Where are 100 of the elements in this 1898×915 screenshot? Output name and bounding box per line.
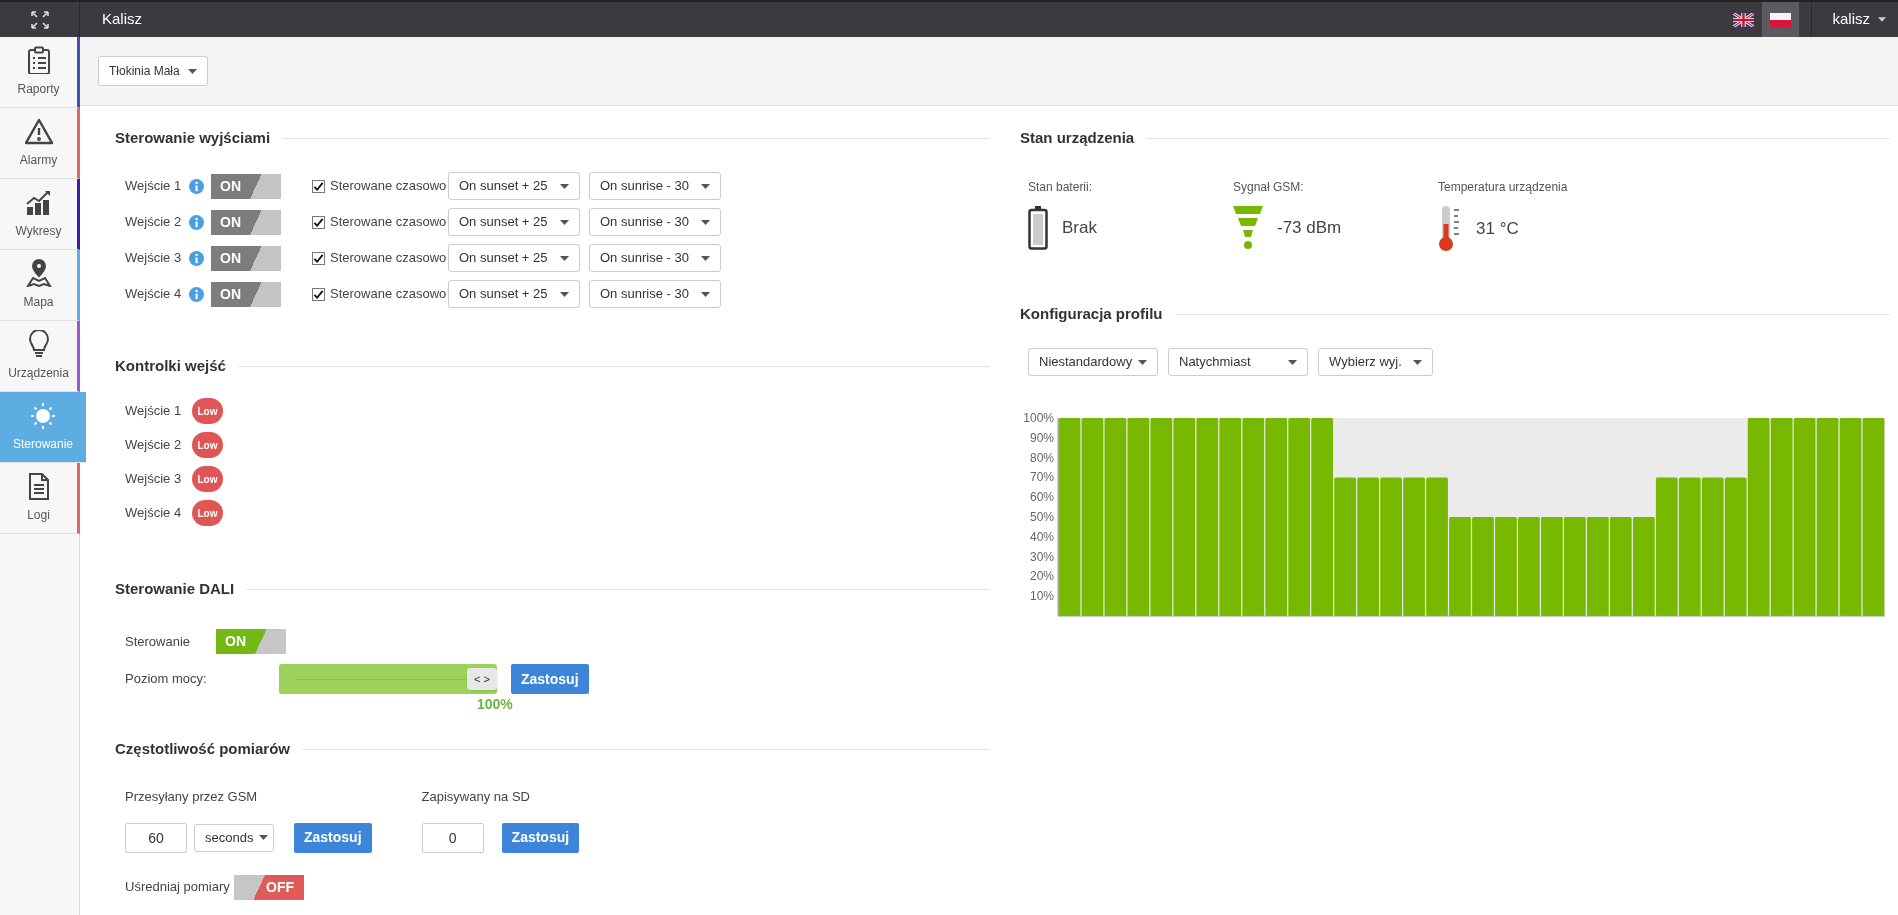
profile-dropdown[interactable]: Niestandardowy xyxy=(1028,348,1158,376)
expand-icon xyxy=(30,10,49,29)
axis-tick-label: 50% xyxy=(1029,510,1054,524)
location-dropdown[interactable]: Tłokinia Mała xyxy=(98,56,208,86)
apply-button[interactable]: Zastosuj xyxy=(294,822,372,853)
apply-button[interactable]: Zastosuj xyxy=(501,822,580,853)
toggle-switch[interactable]: ON xyxy=(211,281,281,307)
apply-button[interactable]: Zastosuj xyxy=(511,664,589,694)
axis-tick-label: 70% xyxy=(1029,470,1054,485)
checkbox[interactable] xyxy=(312,251,325,265)
axis-tick-label: 60% xyxy=(1029,490,1054,505)
slider-value: 100% xyxy=(476,695,513,714)
caret-icon xyxy=(701,183,710,189)
caret-icon xyxy=(701,291,710,297)
section-heading: Sterowanie wyjściami xyxy=(115,127,271,148)
caret-icon xyxy=(560,291,569,297)
thermometer-icon xyxy=(1438,206,1462,252)
checkbox-label: Sterowane czasowo xyxy=(330,213,448,232)
checkmark-icon xyxy=(313,180,324,192)
field-label: Przesyłany przez GSM xyxy=(125,788,259,806)
checkbox[interactable] xyxy=(312,215,325,229)
field-label: Sterowanie xyxy=(125,632,192,651)
status-label: Sygnał GSM: xyxy=(1233,179,1305,196)
sidebar-item[interactable]: Alarmy xyxy=(0,108,80,179)
start-dropdown[interactable]: On sunset + 25 xyxy=(448,244,580,272)
info-icon xyxy=(189,178,204,194)
checkbox-label: Sterowane czasowo xyxy=(330,285,448,304)
status-label: Stan baterii: xyxy=(1028,179,1094,196)
sidebar-item[interactable]: Logi xyxy=(0,463,80,534)
section-heading: Konfiguracja profilu xyxy=(1020,303,1163,324)
axis-tick-label: 40% xyxy=(1029,529,1054,544)
input-label: Wejście 1 xyxy=(125,402,183,421)
axis-tick-label: 30% xyxy=(1029,549,1054,564)
axis-tick-label: 10% xyxy=(1029,589,1054,604)
toggle-switch[interactable]: ON xyxy=(211,173,281,199)
status-badge: Low xyxy=(192,398,223,424)
end-dropdown[interactable]: On sunrise - 30 xyxy=(589,244,721,272)
checkbox[interactable] xyxy=(312,179,325,193)
language-button[interactable] xyxy=(1762,2,1800,37)
battery-icon xyxy=(1028,206,1048,250)
axis-tick-label: 100% xyxy=(1023,411,1054,425)
slider-handle[interactable]: < > xyxy=(467,668,497,690)
checkbox-label: Sterowane czasowo xyxy=(330,177,448,196)
status-value: Brak xyxy=(1062,217,1097,240)
input-label: Wejście 2 xyxy=(125,213,183,232)
axis-tick-label: 90% xyxy=(1029,430,1054,445)
number-field[interactable]: 0 xyxy=(421,822,484,853)
caret-icon xyxy=(560,183,569,189)
start-dropdown[interactable]: On sunset + 25 xyxy=(448,208,580,236)
caret-icon xyxy=(1878,17,1886,22)
input-label: Wejście 1 xyxy=(125,177,183,196)
profile-dropdown[interactable]: Natychmiast xyxy=(1168,348,1308,376)
end-dropdown[interactable]: On sunrise - 30 xyxy=(589,172,721,200)
start-dropdown[interactable]: On sunset + 25 xyxy=(448,280,580,308)
end-dropdown[interactable]: On sunrise - 30 xyxy=(589,280,721,308)
app-title: Kalisz xyxy=(102,9,142,30)
field-label: Poziom mocy: xyxy=(125,670,208,689)
start-dropdown[interactable]: On sunset + 25 xyxy=(448,172,580,200)
field-label: Zapisywany na SD xyxy=(421,788,531,806)
checkmark-icon xyxy=(313,252,324,264)
toggle-switch[interactable]: OFF xyxy=(234,874,304,900)
toggle-switch[interactable]: ON xyxy=(211,245,281,271)
field-label: Uśredniaj pomiary xyxy=(125,878,231,897)
caret-icon xyxy=(560,219,569,225)
status-badge: Low xyxy=(192,432,223,458)
caret-icon xyxy=(1288,359,1297,365)
input-label: Wejście 3 xyxy=(125,249,183,268)
input-label: Wejście 4 xyxy=(125,504,183,523)
axis-tick-label: 20% xyxy=(1029,569,1054,584)
info-icon xyxy=(189,214,204,230)
input-label: Wejście 4 xyxy=(125,285,183,304)
unit-dropdown[interactable]: seconds xyxy=(194,823,274,852)
caret-icon xyxy=(187,68,197,74)
flag-icon xyxy=(1770,12,1792,27)
flag-icon xyxy=(1733,12,1755,27)
status-value: 31 °C xyxy=(1476,218,1519,241)
status-badge: Low xyxy=(192,500,223,526)
caret-icon xyxy=(560,255,569,261)
section-heading: Stan urządzenia xyxy=(1020,127,1135,148)
input-label: Wejście 3 xyxy=(125,470,183,489)
map-pin-icon xyxy=(24,259,53,287)
status-badge: Low xyxy=(192,466,223,492)
checkbox[interactable] xyxy=(312,287,325,301)
status-value: -73 dBm xyxy=(1277,217,1342,240)
sidebar-item[interactable]: Wykresy xyxy=(0,179,80,250)
sidebar-item[interactable]: Mapa xyxy=(0,250,80,321)
info-icon xyxy=(189,286,204,302)
number-field[interactable]: 60 xyxy=(125,822,187,853)
section-heading: Częstotliwość pomiarów xyxy=(115,738,291,759)
bar-chart-icon xyxy=(24,188,53,216)
checkmark-icon xyxy=(313,288,324,300)
profile-dropdown[interactable]: Wybierz wyj. xyxy=(1318,348,1433,376)
toggle-switch[interactable]: ON xyxy=(211,209,281,235)
caret-icon xyxy=(1138,359,1148,365)
slider-track[interactable]: < > xyxy=(279,664,497,694)
end-dropdown[interactable]: On sunrise - 30 xyxy=(589,208,721,236)
caret-icon xyxy=(259,835,269,840)
checkmark-icon xyxy=(313,216,324,228)
warning-icon xyxy=(24,117,53,145)
info-icon xyxy=(189,250,204,266)
